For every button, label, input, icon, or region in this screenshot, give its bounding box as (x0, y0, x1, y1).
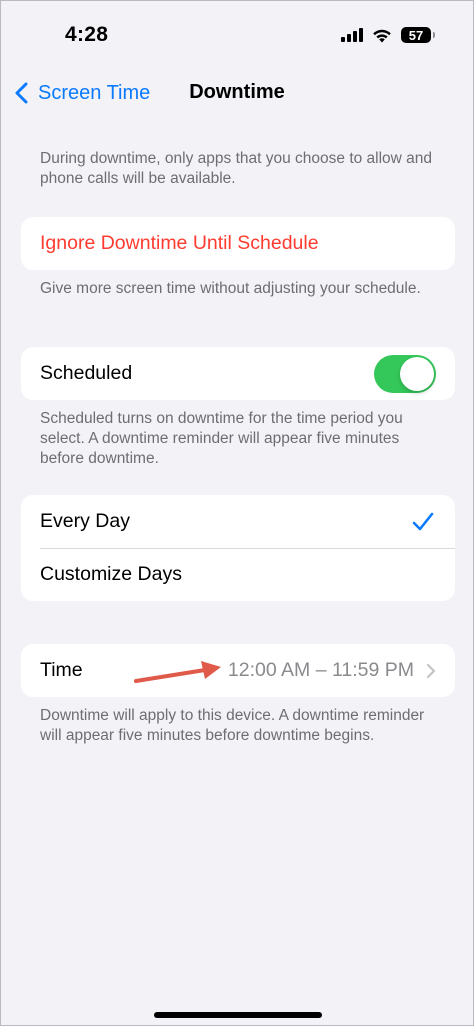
status-time: 4:28 (65, 23, 109, 46)
page-title: Downtime (1, 81, 473, 104)
intro-text: During downtime, only apps that you choo… (40, 150, 433, 187)
days-option-label: Every Day (40, 510, 130, 532)
ignore-card: Ignore Downtime Until Schedule (21, 217, 455, 270)
wifi-icon (373, 29, 391, 42)
days-option-label: Customize Days (40, 563, 182, 585)
page-title-text: Downtime (189, 81, 285, 103)
screen: 4:28 57 Screen Time Downtime During down… (0, 0, 474, 1026)
scheduled-label: Scheduled (40, 362, 133, 384)
time-value: 12:00 AM – 11:59 PM (227, 659, 414, 681)
time-row[interactable]: Time 12:00 AM – 11:59 PM (21, 644, 455, 697)
ignore-downtime-button[interactable]: Ignore Downtime Until Schedule (21, 217, 455, 270)
battery-icon: 57 (401, 27, 435, 43)
days-card: Every Day Customize Days (21, 495, 455, 601)
home-indicator[interactable] (154, 1012, 322, 1018)
toggle-knob (400, 356, 434, 391)
scheduled-card: Scheduled (21, 347, 455, 400)
status-icons: 57 (341, 27, 435, 43)
scheduled-footer: Scheduled turns on downtime for the time… (40, 410, 403, 467)
time-card: Time 12:00 AM – 11:59 PM (21, 644, 455, 697)
annotation-arrow-icon (134, 661, 221, 683)
days-option-customize[interactable]: Customize Days (21, 548, 455, 601)
scheduled-toggle[interactable] (374, 354, 436, 393)
checkmark-icon (412, 512, 434, 530)
ignore-footer: Give more screen time without adjusting … (40, 280, 421, 297)
scheduled-row: Scheduled (21, 347, 455, 400)
time-label: Time (40, 659, 83, 681)
battery-level: 57 (408, 27, 424, 43)
cellular-signal-icon (341, 28, 363, 42)
time-footer: Downtime will apply to this device. A do… (40, 707, 425, 744)
chevron-right-icon (426, 663, 436, 678)
days-option-every-day[interactable]: Every Day (21, 495, 455, 548)
